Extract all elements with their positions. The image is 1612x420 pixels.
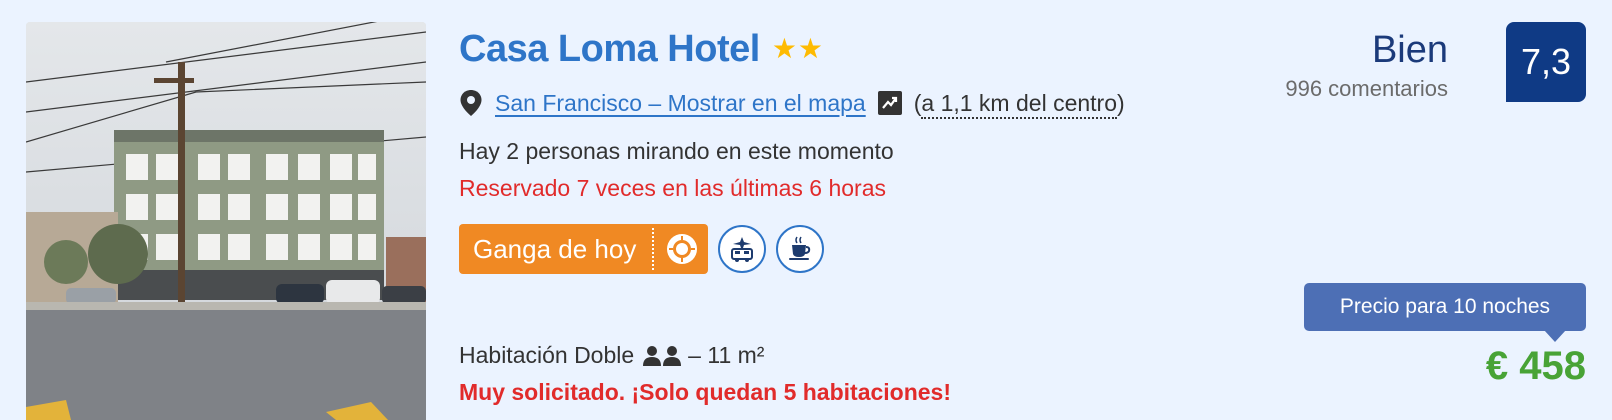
map-pin-icon — [460, 90, 482, 116]
hotel-photo[interactable] — [26, 22, 426, 420]
review-score-badge[interactable]: 7,3 — [1506, 22, 1586, 102]
viewers-now-text: Hay 2 personas mirando en este momento — [459, 138, 894, 164]
star-icon: ★ — [771, 33, 797, 64]
room-info: Habitación Doble – 11 m² — [459, 342, 764, 369]
distance-to-center: (a 1,1 km del centro) — [914, 89, 1125, 119]
location-row: San Francisco – Mostrar en el mapa (a 1,… — [459, 86, 1125, 120]
badges-row: Ganga de hoy — [459, 224, 825, 274]
recently-booked-text: Reservado 7 veces en las últimas 6 horas — [459, 175, 886, 201]
hotel-title-row: Casa Loma Hotel ★ ★ — [459, 26, 823, 72]
map-view-icon[interactable] — [877, 91, 902, 115]
rooms-left-warning: Muy solicitado. ¡Solo quedan 5 habitacio… — [459, 379, 952, 405]
deal-label: Ganga de hoy — [473, 233, 637, 264]
deal-sun-icon — [667, 234, 698, 264]
show-on-map-link[interactable]: San Francisco – Mostrar en el mapa — [495, 90, 866, 117]
price-period-text: Precio para 10 noches — [1339, 295, 1551, 318]
breakfast-badge[interactable] — [776, 225, 825, 273]
coffee-cup-icon — [789, 236, 811, 260]
price-period-tooltip: Precio para 10 noches — [1304, 283, 1586, 342]
rating-label: Bien — [1371, 29, 1448, 71]
room-size: – 11 m² — [688, 342, 765, 368]
two-people-icon — [643, 345, 682, 366]
star-icon: ★ — [797, 33, 824, 64]
distance-text[interactable]: a 1,1 km del centro — [921, 89, 1117, 119]
review-count: 996 comentarios — [1285, 76, 1448, 101]
airport-shuttle-badge[interactable] — [718, 225, 767, 273]
star-rating: ★ ★ — [772, 35, 823, 63]
total-price: € 458 — [1485, 344, 1586, 388]
tooltip-arrow — [1544, 330, 1566, 342]
review-summary[interactable]: Bien 996 comentarios — [1285, 28, 1448, 102]
todays-deal-badge[interactable]: Ganga de hoy — [459, 224, 709, 274]
airport-shuttle-icon — [731, 237, 754, 262]
hotel-result-card: Casa Loma Hotel ★ ★ San Francisco – Most… — [0, 0, 1612, 420]
hotel-name-link[interactable]: Casa Loma Hotel — [459, 28, 760, 71]
room-type[interactable]: Habitación Doble — [459, 342, 634, 369]
badge-divider — [652, 228, 655, 270]
